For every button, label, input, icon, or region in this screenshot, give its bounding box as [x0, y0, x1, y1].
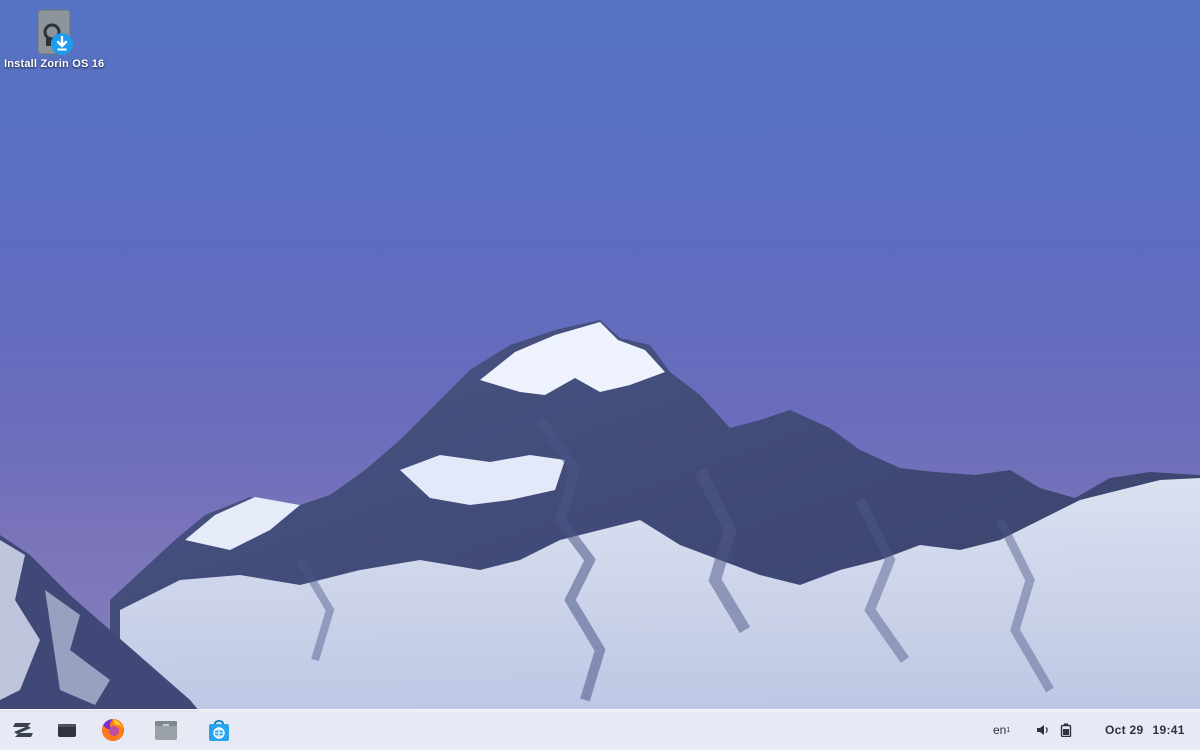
- keyboard-layout-indicator[interactable]: en 1: [993, 710, 1010, 750]
- zorin-logo-icon: [13, 723, 33, 737]
- drive-download-icon: [32, 8, 76, 56]
- taskbar: en 1 Oct 29 19:41: [0, 709, 1200, 750]
- desktop-icon-label: Install Zorin OS 16: [4, 58, 105, 70]
- battery-icon: [1060, 723, 1072, 737]
- clock-time: 19:41: [1152, 723, 1185, 737]
- keyboard-layout-sub: 1: [1006, 726, 1011, 734]
- store-bag-icon: [209, 720, 229, 741]
- firefox-icon: [101, 719, 124, 741]
- speaker-icon: [1037, 725, 1048, 735]
- software-store-button[interactable]: [202, 714, 236, 746]
- battery-indicator[interactable]: [1060, 710, 1072, 750]
- volume-indicator[interactable]: [1035, 710, 1051, 750]
- desktop-wallpaper: [0, 320, 1200, 712]
- show-desktop-button[interactable]: [50, 714, 84, 746]
- folder-icon: [155, 721, 177, 740]
- zorin-menu-button[interactable]: [6, 714, 40, 746]
- firefox-button[interactable]: [96, 714, 130, 746]
- clock-date: Oct 29: [1105, 723, 1144, 737]
- clock-button[interactable]: Oct 29 19:41: [1105, 710, 1185, 750]
- files-button[interactable]: [149, 714, 183, 746]
- window-icon: [58, 724, 76, 737]
- keyboard-layout-label: en: [993, 723, 1007, 737]
- desktop-icon-install-zorin[interactable]: Install Zorin OS 16: [4, 8, 104, 70]
